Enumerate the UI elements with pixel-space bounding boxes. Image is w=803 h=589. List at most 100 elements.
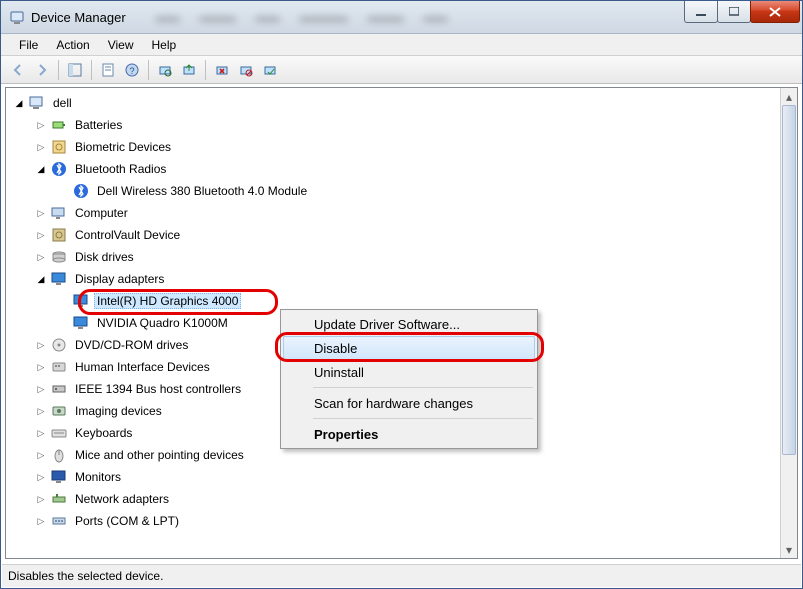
expand-icon[interactable]: ▷ [34, 492, 48, 506]
nav-forward-button[interactable] [31, 59, 53, 81]
toolbar-separator [58, 60, 59, 80]
ctx-label: Scan for hardware changes [314, 396, 473, 411]
ctx-scan[interactable]: Scan for hardware changes [283, 391, 535, 415]
tree-node-label: Mice and other pointing devices [72, 447, 247, 463]
tree-node-label: IEEE 1394 Bus host controllers [72, 381, 244, 397]
expand-icon[interactable]: ▷ [34, 228, 48, 242]
tree-node[interactable]: ▷ Ports (COM & LPT) [10, 510, 776, 532]
ctx-label: Properties [314, 427, 378, 442]
close-button[interactable] [750, 1, 800, 23]
display-icon [72, 314, 90, 332]
app-icon [9, 9, 25, 25]
tree-node[interactable]: ▷Biometric Devices [10, 136, 776, 158]
imaging-icon [50, 402, 68, 420]
computerRoot-icon [28, 94, 46, 112]
menu-action[interactable]: Action [48, 36, 97, 54]
tree-node[interactable]: ◢ dell [10, 92, 776, 114]
expand-icon[interactable]: ▷ [34, 118, 48, 132]
tree-node[interactable]: ▷ Network adapters [10, 488, 776, 510]
tree-node-label: dell [50, 95, 75, 111]
tree-node-label: Batteries [72, 117, 125, 133]
help-button[interactable]: ? [121, 59, 143, 81]
scroll-up-button[interactable]: ▴ [781, 88, 797, 105]
tree-node-label: NVIDIA Quadro K1000M [94, 315, 231, 331]
toolbar-separator [205, 60, 206, 80]
enable-button[interactable] [259, 59, 281, 81]
expand-icon[interactable]: ▷ [34, 426, 48, 440]
disable-button[interactable] [235, 59, 257, 81]
expand-icon[interactable]: ▷ [34, 140, 48, 154]
uninstall-button[interactable] [211, 59, 233, 81]
bluetooth-icon [50, 160, 68, 178]
expander-none [56, 184, 70, 198]
monitor-icon [50, 468, 68, 486]
show-hide-tree-button[interactable] [64, 59, 86, 81]
expand-icon[interactable]: ▷ [34, 382, 48, 396]
minimize-button[interactable] [684, 1, 718, 23]
tree-node-label: Bluetooth Radios [72, 161, 169, 177]
display-icon [50, 270, 68, 288]
ctx-disable[interactable]: Disable [283, 336, 535, 360]
tree-node-label: Keyboards [72, 425, 135, 441]
scroll-down-button[interactable]: ▾ [781, 541, 797, 558]
mouse-icon [50, 446, 68, 464]
tree-node[interactable]: ◢ Display adapters [10, 268, 776, 290]
expand-icon[interactable]: ▷ [34, 404, 48, 418]
titlebar[interactable]: Device Manager ▬▬▬▬▬▬▬▬▬▬▬▬▬▬▬▬ [1, 1, 802, 34]
expand-icon[interactable]: ▷ [34, 514, 48, 528]
window-title: Device Manager [31, 10, 126, 25]
nav-back-button[interactable] [7, 59, 29, 81]
collapse-icon[interactable]: ◢ [12, 96, 26, 110]
expand-icon[interactable]: ▷ [34, 470, 48, 484]
properties-button[interactable] [97, 59, 119, 81]
scroll-thumb[interactable] [782, 105, 796, 455]
bluetooth-icon [72, 182, 90, 200]
expand-icon[interactable]: ▷ [34, 360, 48, 374]
tree-node[interactable]: ▷Monitors [10, 466, 776, 488]
ctx-label: Disable [314, 341, 357, 356]
display-icon [72, 292, 90, 310]
ctx-properties[interactable]: Properties [283, 422, 535, 446]
expand-icon[interactable]: ▷ [34, 338, 48, 352]
ctx-uninstall[interactable]: Uninstall [283, 360, 535, 384]
tree-node-label: Ports (COM & LPT) [72, 513, 182, 529]
tree-node[interactable]: ▷ Disk drives [10, 246, 776, 268]
vertical-scrollbar[interactable]: ▴ ▾ [780, 88, 797, 558]
tree-node-label: Human Interface Devices [72, 359, 213, 375]
expander-none [56, 294, 70, 308]
tree-node[interactable]: ◢ Bluetooth Radios [10, 158, 776, 180]
tree-node-label: Display adapters [72, 271, 167, 287]
toolbar-separator [91, 60, 92, 80]
vault-icon [50, 226, 68, 244]
maximize-button[interactable] [717, 1, 751, 23]
tree-node-label: DVD/CD-ROM drives [72, 337, 191, 353]
content-area: ◢dell▷Batteries▷Biometric Devices◢Blueto… [5, 87, 798, 559]
expand-icon[interactable]: ▷ [34, 250, 48, 264]
tree-node[interactable]: ▷ControlVault Device [10, 224, 776, 246]
network-icon [50, 490, 68, 508]
expand-icon[interactable]: ▷ [34, 448, 48, 462]
menu-file[interactable]: File [11, 36, 46, 54]
keyboard-icon [50, 424, 68, 442]
ctx-update-driver[interactable]: Update Driver Software... [283, 312, 535, 336]
collapse-icon[interactable]: ◢ [34, 162, 48, 176]
menubar: File Action View Help [1, 34, 802, 56]
tree-node-label: Disk drives [72, 249, 137, 265]
tree-node[interactable]: Dell Wireless 380 Bluetooth 4.0 Module [10, 180, 776, 202]
menu-help[interactable]: Help [144, 36, 185, 54]
ctx-label: Uninstall [314, 365, 364, 380]
biometric-icon [50, 138, 68, 156]
tree-node[interactable]: ▷ Batteries [10, 114, 776, 136]
tree-node-label: Computer [72, 205, 131, 221]
tree-node-label: Network adapters [72, 491, 172, 507]
ctx-separator [313, 387, 533, 388]
device-manager-window: Device Manager ▬▬▬▬▬▬▬▬▬▬▬▬▬▬▬▬ File Act… [0, 0, 803, 589]
expand-icon[interactable]: ▷ [34, 206, 48, 220]
tree-node[interactable]: ▷ Computer [10, 202, 776, 224]
update-driver-button[interactable] [178, 59, 200, 81]
dvd-icon [50, 336, 68, 354]
status-text: Disables the selected device. [8, 569, 163, 583]
collapse-icon[interactable]: ◢ [34, 272, 48, 286]
menu-view[interactable]: View [100, 36, 142, 54]
scan-hardware-button[interactable] [154, 59, 176, 81]
